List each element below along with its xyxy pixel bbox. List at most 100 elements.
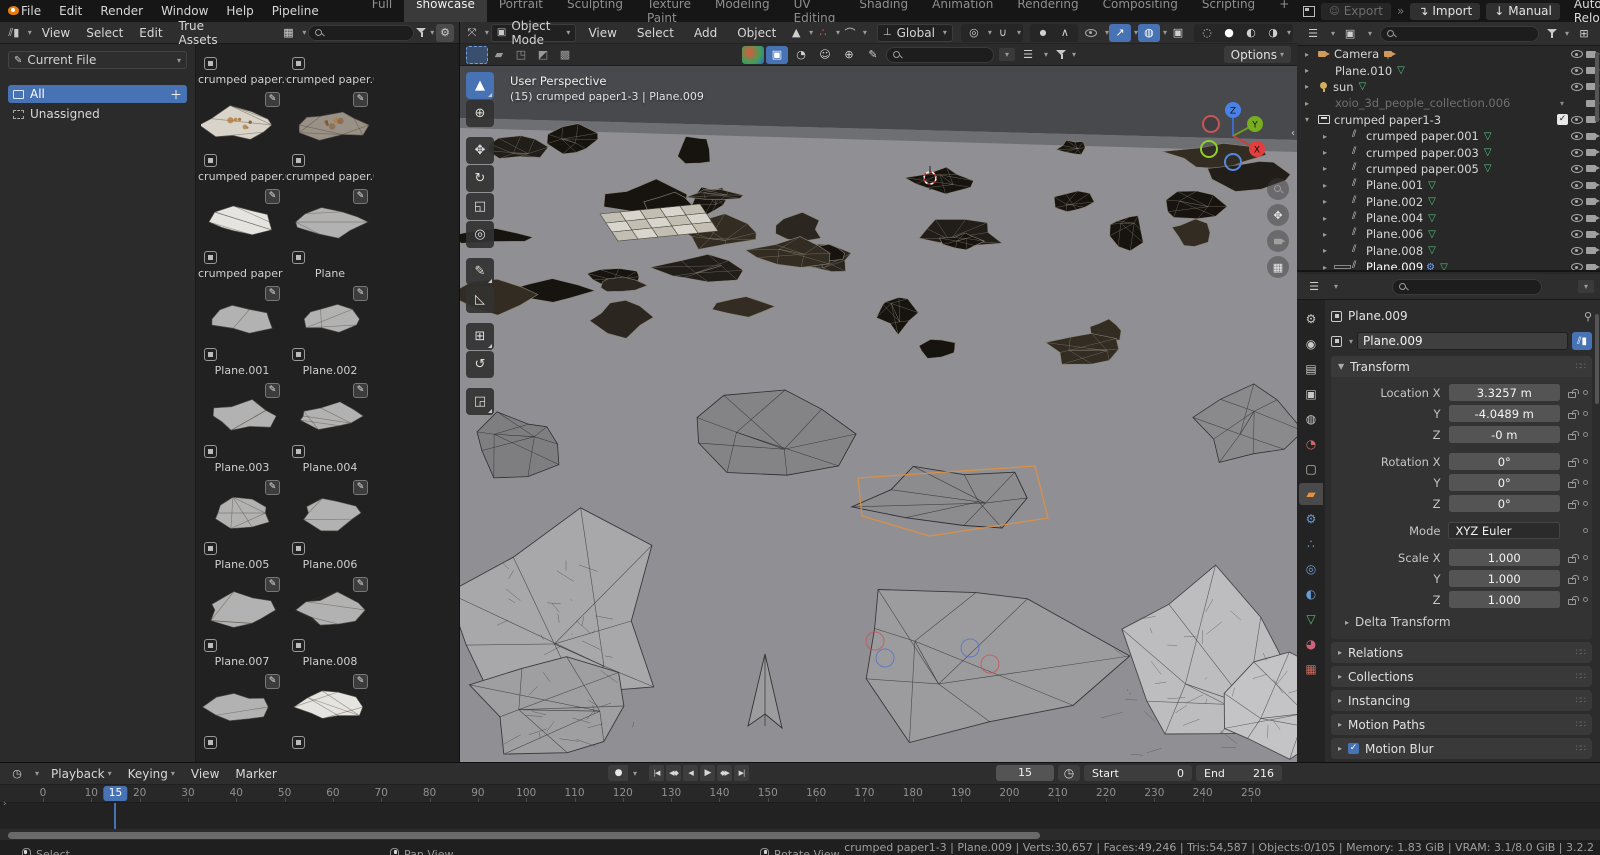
lock-icon[interactable]: [1568, 388, 1579, 398]
tab-constraints-icon[interactable]: [1299, 583, 1323, 605]
stopwatch-icon[interactable]: ◷: [1058, 765, 1080, 781]
expander-icon[interactable]: ▸: [1323, 197, 1333, 206]
asset-item[interactable]: ✎: [286, 666, 374, 762]
asset-item[interactable]: ✎ Plane.003: [198, 375, 286, 474]
outliner-filter-icon[interactable]: [1546, 28, 1558, 39]
edit-asset-icon[interactable]: ✎: [353, 383, 368, 398]
end-frame-field[interactable]: End 216: [1196, 765, 1282, 781]
asset-source-select[interactable]: ✎ Current File ▾: [8, 51, 187, 69]
xray-toggle-icon[interactable]: ▣: [1167, 24, 1189, 42]
expander-icon[interactable]: ▸: [1323, 181, 1333, 190]
asset-menu[interactable]: Select: [78, 23, 131, 43]
outliner-row[interactable]: ▸ Plane.008 ⚙ ▽ ✓ ▾: [1297, 243, 1600, 259]
play-button[interactable]: ▶: [700, 765, 716, 781]
expander-icon[interactable]: ▸: [1323, 148, 1333, 157]
cursor-tool-button[interactable]: ⊕: [466, 100, 494, 127]
outliner-row[interactable]: ▸ crumped paper.003 ⚙ ▽ ✓ ▾: [1297, 144, 1600, 160]
timeline-menu[interactable]: Marker ▾: [227, 764, 284, 784]
outliner-row[interactable]: ▸ Camera ⚙ ▽ ✓ ▾: [1297, 46, 1600, 62]
panel-checkbox[interactable]: ✓: [1348, 743, 1360, 754]
shading-solid-icon[interactable]: ●: [1218, 24, 1240, 42]
outliner-row[interactable]: ▸ Plane.009 ⚙ ▽ ✓ ▾: [1297, 259, 1600, 270]
rotate-tool-button[interactable]: ↻: [466, 165, 494, 192]
editor-type-icon[interactable]: ⫽▮: [5, 24, 23, 42]
jump-to-start-button[interactable]: |◀: [649, 765, 665, 781]
outliner-search-input[interactable]: [1380, 25, 1539, 42]
current-frame-field[interactable]: 15: [996, 765, 1054, 781]
lock-icon[interactable]: [1568, 409, 1579, 419]
asset-item[interactable]: ✎ Plane.002: [286, 278, 374, 377]
window-layout-icon[interactable]: [1303, 5, 1316, 17]
playhead[interactable]: [114, 803, 117, 829]
collection-checkbox[interactable]: ✓: [1557, 114, 1568, 126]
tab-physics-icon[interactable]: [1299, 558, 1323, 580]
timeline-scrollbar[interactable]: [8, 831, 1040, 839]
edit-asset-icon[interactable]: ✎: [265, 674, 280, 689]
animate-dot-icon[interactable]: [1583, 555, 1588, 560]
gizmos-toggle-icon[interactable]: ↗: [1108, 23, 1131, 42]
select-mode-extend-icon[interactable]: ▰: [488, 46, 510, 64]
expander-icon[interactable]: ▸: [1323, 164, 1333, 173]
transform-value-field[interactable]: 0°: [1448, 453, 1560, 470]
timeline-menu[interactable]: Playback ▾: [43, 764, 120, 784]
editor-type-icon[interactable]: ☰: [1303, 278, 1325, 296]
edit-asset-icon[interactable]: ✎: [353, 480, 368, 495]
globe-filter-icon[interactable]: ⊕: [838, 46, 860, 64]
asset-item[interactable]: ✎: [198, 666, 286, 762]
outliner-scrollbar[interactable]: [1595, 52, 1599, 122]
filter-icon[interactable]: [1056, 49, 1067, 60]
tab-tool-icon[interactable]: [1299, 308, 1323, 330]
transform-value-field[interactable]: 0°: [1448, 495, 1560, 512]
editor-type-icon[interactable]: ◷: [6, 765, 28, 783]
edit-asset-icon[interactable]: ✎: [353, 577, 368, 592]
outliner-row[interactable]: ▸ crumped paper.001 ⚙ ▽ ✓ ▾: [1297, 128, 1600, 144]
asset-menu[interactable]: Edit: [131, 23, 170, 43]
render-visibility-icon[interactable]: [1586, 214, 1600, 222]
render-visibility-icon[interactable]: [1586, 132, 1600, 140]
properties-search-input[interactable]: [1392, 278, 1543, 295]
snap-target-icon[interactable]: ◎: [963, 24, 985, 42]
edit-asset-icon[interactable]: ✎: [265, 92, 280, 107]
lock-icon[interactable]: [1568, 430, 1579, 440]
asset-grid[interactable]: ✎ crumped paper.001 ✎ crumped paper.002: [196, 44, 459, 762]
lock-icon[interactable]: [1568, 457, 1579, 467]
select-mode-subtract-icon[interactable]: ◳: [510, 46, 532, 64]
tab-data-icon[interactable]: [1299, 608, 1323, 630]
pivot-point-icon[interactable]: ∴: [815, 24, 831, 42]
tab-collection-icon[interactable]: [1299, 458, 1323, 480]
topbar-menu[interactable]: Render: [91, 1, 152, 21]
asset-badge-icon[interactable]: ⫽▮: [1572, 332, 1592, 350]
asset-item[interactable]: ✎ crumped paper.002: [286, 44, 374, 86]
person-filter-icon[interactable]: ☺: [814, 46, 836, 64]
orientation-dropdown[interactable]: ⊥ Global ▾: [876, 23, 953, 42]
viewport-menu[interactable]: Add: [684, 23, 727, 43]
falloff-curve-icon[interactable]: ⌒: [842, 24, 858, 42]
viewport-search-input[interactable]: [886, 46, 994, 63]
tab-world-icon[interactable]: [1299, 433, 1323, 455]
hide-eye-icon[interactable]: [1571, 66, 1583, 75]
material-preview-sphere-icon[interactable]: [742, 45, 764, 64]
chevrons-icon[interactable]: »: [1397, 4, 1404, 18]
lock-icon[interactable]: [1568, 499, 1579, 509]
animate-dot-icon[interactable]: [1583, 501, 1588, 506]
asset-menu[interactable]: True Assets: [171, 19, 226, 47]
asset-item[interactable]: ✎ Plane.006: [286, 472, 374, 571]
collapsed-panel[interactable]: ▸ ✓ Motion Paths ∷∷: [1331, 714, 1592, 735]
hide-eye-icon[interactable]: [1571, 181, 1583, 190]
select-mode-new-icon[interactable]: [466, 45, 488, 64]
lock-icon[interactable]: [1568, 595, 1579, 605]
asset-item[interactable]: ✎ Plane.008: [286, 569, 374, 668]
edit-asset-icon[interactable]: ✎: [265, 577, 280, 592]
tab-material-icon[interactable]: [1299, 633, 1323, 655]
navigation-gizmo[interactable]: Z Y X: [1193, 96, 1269, 172]
topbar-menu[interactable]: Pipeline: [263, 1, 328, 21]
lock-icon[interactable]: [1568, 553, 1579, 563]
gear-icon[interactable]: ⚙: [436, 23, 454, 42]
collapsed-panel[interactable]: ▸ ✓ Collections ∷∷: [1331, 666, 1592, 687]
edit-asset-icon[interactable]: ✎: [353, 189, 368, 204]
hide-eye-icon[interactable]: [1571, 50, 1583, 59]
edit-asset-icon[interactable]: ✎: [265, 480, 280, 495]
tree-display-icon[interactable]: ☰: [1017, 46, 1039, 64]
render-visibility-icon[interactable]: [1586, 230, 1600, 238]
expander-icon[interactable]: ▾: [1305, 115, 1315, 124]
